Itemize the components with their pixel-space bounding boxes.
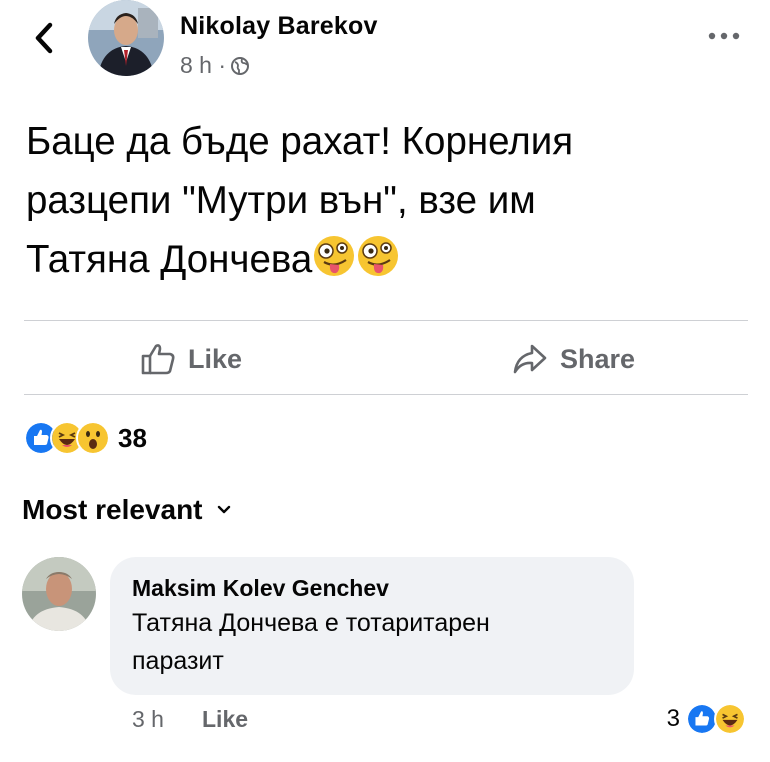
post-author-name[interactable]: Nikolay Barekov <box>180 12 378 41</box>
comment-text-line: паразит <box>132 647 224 675</box>
more-horizontal-icon <box>708 32 740 40</box>
comment-like-button[interactable]: Like <box>202 706 248 733</box>
post-meta: 8 h · <box>180 52 250 79</box>
thumbs-up-outline-icon <box>141 344 175 375</box>
reaction-count: 38 <box>118 422 147 453</box>
comment-reaction-count: 3 <box>666 705 680 732</box>
post-text-line: Баце да бъде рахат! Корнелия <box>26 120 574 163</box>
chevron-left-icon <box>35 22 53 54</box>
post-text-line: Татяна Дончева <box>26 230 746 289</box>
post-text: Баце да бъде рахат! Корнелия разцепи "Му… <box>26 112 746 289</box>
globe-icon <box>231 56 250 75</box>
like-button[interactable]: Like <box>140 332 242 386</box>
post-text-line: разцепи "Мутри вън", взе им <box>26 179 536 222</box>
post-text-line-3: Татяна Дончева <box>26 238 313 281</box>
share-label: Share <box>560 343 636 374</box>
like-label: Like <box>188 343 243 374</box>
divider <box>24 394 748 395</box>
back-button[interactable] <box>30 20 60 56</box>
zany-face-emoji <box>358 236 399 276</box>
comment-sort-dropdown[interactable]: Most relevant <box>22 494 231 526</box>
share-button[interactable]: Share <box>512 332 635 386</box>
chevron-down-icon <box>217 505 230 514</box>
share-arrow-icon <box>513 344 547 374</box>
divider <box>24 320 748 321</box>
haha-icon <box>714 703 746 735</box>
sort-label: Most relevant <box>22 494 203 525</box>
comment-text-line: Татяна Дончева е тотаритарен <box>132 609 490 637</box>
comment-text: Татяна Дончева е тотаритарен паразит <box>132 604 622 680</box>
commenter-name[interactable]: Maksim Kolev Genchev <box>132 575 389 602</box>
zany-face-emoji <box>314 236 355 276</box>
commenter-avatar[interactable] <box>22 557 96 631</box>
post-timestamp[interactable]: 8 h · <box>180 52 226 79</box>
comment-timestamp[interactable]: 3 h <box>132 706 164 733</box>
more-options-button[interactable] <box>706 26 742 46</box>
comment-reactions[interactable]: 3 <box>667 703 746 735</box>
wow-icon <box>76 421 110 455</box>
reaction-summary[interactable]: 38 <box>24 421 147 455</box>
author-avatar[interactable] <box>88 0 164 76</box>
